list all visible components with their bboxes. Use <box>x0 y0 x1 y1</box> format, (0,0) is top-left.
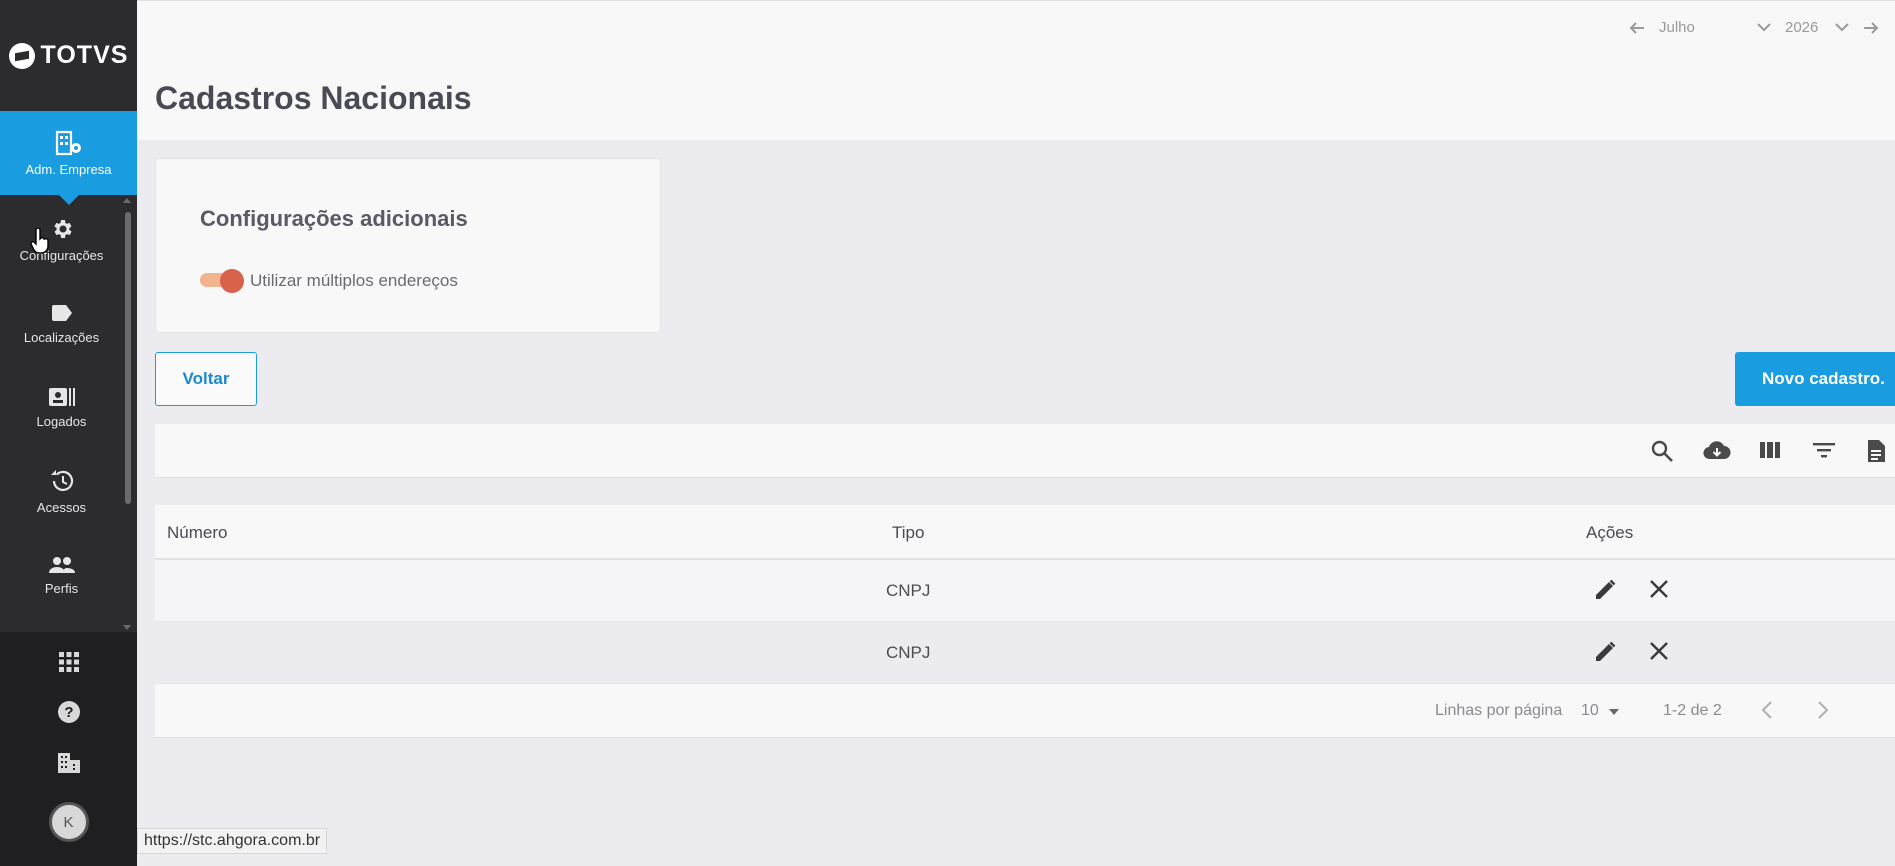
people-icon <box>48 557 75 573</box>
rows-per-page-label: Linhas por página <box>1435 702 1563 719</box>
rows-per-page-select[interactable]: 10 <box>1581 702 1620 720</box>
avatar-initial: K <box>63 813 74 831</box>
caret-down-icon <box>1609 709 1620 715</box>
page-header: Cadastros Nacionais Julho 2026 <box>137 0 1895 140</box>
columns-icon[interactable] <box>1759 439 1781 461</box>
page-size-value: 10 <box>1581 702 1599 719</box>
delete-x-icon[interactable] <box>1649 641 1669 661</box>
sidebar-item-label: Acessos <box>36 500 87 515</box>
month-select[interactable]: Julho <box>1659 19 1743 36</box>
logo-text: TOTVS <box>40 41 129 69</box>
search-icon[interactable] <box>1650 439 1674 463</box>
page-title: Cadastros Nacionais <box>155 80 472 116</box>
chevron-right-icon[interactable] <box>1817 700 1829 720</box>
building-gear-icon <box>55 130 81 155</box>
sidebar: TOTVS Adm. Empresa Configurações Localiz… <box>0 0 137 866</box>
header-acoes: Ações <box>1586 523 1634 542</box>
edit-pencil-icon[interactable] <box>1593 578 1617 602</box>
edit-pencil-icon[interactable] <box>1593 640 1617 664</box>
period-selector: Julho 2026 <box>1629 19 1879 36</box>
sidebar-item-label: Localizações <box>23 330 100 345</box>
sidebar-item-logados[interactable]: Logados <box>0 366 123 450</box>
delete-x-icon[interactable] <box>1649 579 1669 599</box>
arrow-left-icon[interactable] <box>1629 21 1645 35</box>
table-row: CNPJ <box>155 622 1895 684</box>
sidebar-item-label: Perfis <box>44 581 79 596</box>
sidebar-item-configuracoes[interactable]: Configurações <box>0 198 123 282</box>
company-building-icon[interactable] <box>57 752 81 774</box>
sidebar-scroll-area[interactable]: Configurações Localizações Logados Acess… <box>0 198 137 630</box>
config-card: Configurações adicionais Utilizar múltip… <box>155 158 661 333</box>
config-card-title: Configurações adicionais <box>200 206 468 231</box>
toggle-label: Utilizar múltiplos endereços <box>250 271 458 290</box>
history-icon <box>50 470 73 491</box>
sidebar-scrollbar[interactable] <box>125 212 131 504</box>
table-row: CNPJ <box>155 560 1895 622</box>
status-bar-url: https://stc.ahgora.com.br <box>137 828 328 854</box>
sidebar-item-adm-empresa[interactable]: Adm. Empresa <box>0 111 137 205</box>
svg-text:?: ? <box>64 704 73 721</box>
gear-icon <box>53 220 72 238</box>
sidebar-item-label: Adm. Empresa <box>25 161 112 177</box>
chevron-down-icon[interactable] <box>1835 23 1849 32</box>
tag-icon <box>51 305 72 321</box>
cell-tipo: CNPJ <box>886 581 931 600</box>
chevron-left-icon[interactable] <box>1761 700 1773 720</box>
header-numero[interactable]: Número <box>167 523 227 543</box>
multiple-addresses-toggle[interactable] <box>200 269 244 293</box>
scroll-up-arrow[interactable] <box>123 198 131 203</box>
filter-icon[interactable] <box>1812 439 1836 461</box>
records-table: Número Tipo Ações CNPJ CNPJ Linhas por p… <box>155 505 1895 738</box>
new-record-button[interactable]: Novo cadastro. <box>1735 352 1895 406</box>
cell-tipo: CNPJ <box>886 643 931 662</box>
help-icon[interactable]: ? <box>57 700 81 724</box>
sidebar-bottom: ? K <box>0 632 137 866</box>
totvs-logo[interactable]: TOTVS <box>0 0 137 111</box>
chevron-down-icon[interactable] <box>1757 23 1771 32</box>
totvs-logo-icon <box>8 42 35 69</box>
scroll-down-arrow[interactable] <box>123 625 131 630</box>
sidebar-item-acessos[interactable]: Acessos <box>0 450 123 534</box>
table-toolbar <box>155 424 1895 478</box>
year-select[interactable]: 2026 <box>1785 19 1821 36</box>
header-tipo[interactable]: Tipo <box>892 523 924 543</box>
badge-icon <box>48 388 75 406</box>
table-header: Número Tipo Ações <box>155 505 1895 560</box>
back-button[interactable]: Voltar <box>155 352 257 406</box>
sidebar-item-localizacoes[interactable]: Localizações <box>0 282 123 366</box>
hand-cursor-icon <box>30 228 49 254</box>
toggle-knob <box>220 269 244 293</box>
user-avatar[interactable]: K <box>48 802 89 842</box>
document-icon[interactable] <box>1865 439 1887 463</box>
pagination-bar: Linhas por página 10 1-2 de 2 <box>155 684 1895 738</box>
sidebar-item-perfis[interactable]: Perfis <box>0 534 123 618</box>
cloud-download-icon[interactable] <box>1703 439 1731 463</box>
page-range: 1-2 de 2 <box>1663 702 1722 719</box>
arrow-right-icon[interactable] <box>1863 21 1879 35</box>
apps-grid-icon[interactable] <box>58 652 79 672</box>
sidebar-item-label: Logados <box>36 414 87 429</box>
